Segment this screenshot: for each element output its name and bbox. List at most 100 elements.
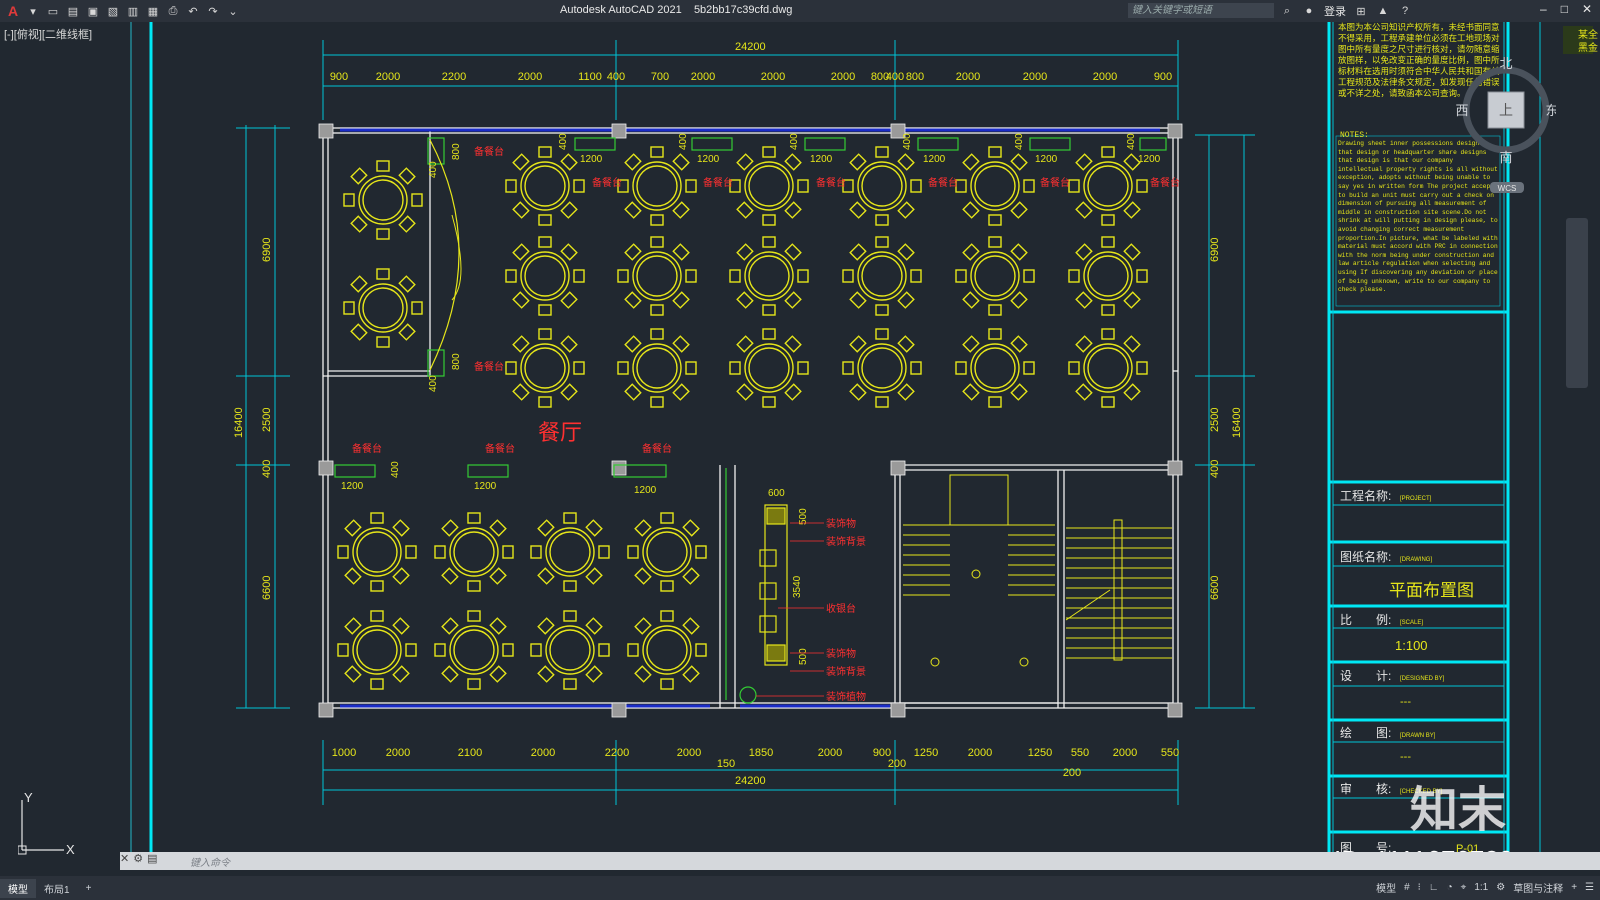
dim-top-value: 2000 [1023, 71, 1047, 83]
publish-icon[interactable]: ▥ [126, 4, 140, 18]
station-depth: 800 [451, 353, 462, 370]
design-label: 设 计: [1340, 669, 1391, 683]
drawing-label: 图纸名称: [1340, 549, 1391, 564]
grid-icon[interactable]: # [1404, 882, 1410, 893]
dim-top-value: 2000 [761, 71, 785, 83]
customize-icon[interactable]: ⌄ [226, 4, 240, 18]
svg-text:[DRAWN BY]: [DRAWN BY] [1400, 733, 1436, 739]
round-table [617, 146, 697, 226]
windows [340, 128, 1160, 708]
help-icon[interactable]: ? [1398, 4, 1412, 18]
round-table [434, 512, 514, 592]
undo-icon[interactable]: ↶ [186, 4, 200, 18]
station-width: 1200 [697, 154, 720, 165]
navigation-bar[interactable] [1566, 218, 1588, 388]
dim-bottom-sub: 150 [717, 758, 735, 770]
side-station-label: 备餐台 [352, 442, 382, 455]
side-station-label: 备餐台 [642, 442, 672, 455]
round-table [505, 236, 585, 316]
drawing-canvas[interactable]: 24200 24200 900 2000 2200 2000 1100 400 700 200… [0, 22, 1600, 852]
round-table [955, 146, 1035, 226]
round-table [1068, 146, 1148, 226]
viewcube[interactable]: 上 北 南 东 西 WCS [1456, 44, 1556, 204]
annotation-scale[interactable]: 1:1 [1474, 882, 1488, 893]
station-width: 1200 [1138, 154, 1161, 165]
model-space-toggle[interactable]: 模型 [1376, 880, 1396, 895]
round-table [530, 610, 610, 690]
save-icon[interactable]: ▣ [86, 4, 100, 18]
login-link[interactable]: 登录 [1324, 3, 1346, 19]
tab-layout1[interactable]: 布局1 [36, 879, 78, 898]
svg-text:3540: 3540 [792, 575, 803, 598]
print-icon[interactable]: ⎙ [166, 4, 180, 18]
dim-left-3: 400 [261, 460, 273, 478]
round-table [627, 610, 707, 690]
close-icon[interactable]: ✕ [1582, 2, 1592, 16]
svg-text:收银台: 收银台 [826, 602, 856, 615]
user-icon[interactable]: ● [1302, 4, 1316, 18]
gear-icon[interactable]: ⚙ [1496, 882, 1505, 893]
lower-station-width: 1200 [341, 481, 364, 492]
dim-top-value: 400 [607, 71, 625, 83]
search-input[interactable]: 键入关键字或短语 [1128, 3, 1274, 18]
save-as-icon[interactable]: ▧ [106, 4, 120, 18]
tab-model[interactable]: 模型 [0, 878, 36, 898]
dim-top-value: 900 [1154, 71, 1172, 83]
svg-text:---: --- [1400, 751, 1411, 763]
plus-icon[interactable]: + [1571, 882, 1577, 893]
drawing-name: 平面布置图 [1389, 581, 1474, 600]
walls [322, 127, 1179, 709]
command-line[interactable]: 键入命令 [120, 852, 1600, 870]
command-input[interactable]: 键入命令 [190, 854, 230, 869]
dropdown-arrow-icon[interactable]: ▾ [26, 4, 40, 18]
autocad-logo-icon[interactable]: A [6, 3, 20, 19]
dim-bottom-sub: 200 [1063, 767, 1081, 779]
dim-top-value: 2000 [956, 71, 980, 83]
svg-text:[DESIGNED BY]: [DESIGNED BY] [1400, 676, 1445, 682]
ortho-icon[interactable]: ∟ [1429, 882, 1439, 893]
tab-add[interactable]: + [78, 881, 100, 896]
window-controls: – □ ✕ [1540, 2, 1592, 16]
svg-text:装饰植物: 装饰植物 [826, 690, 866, 703]
redo-icon[interactable]: ↷ [206, 4, 220, 18]
dim-top-value: 1100 [578, 71, 602, 83]
command-settings-icon[interactable]: ⚙ [133, 852, 143, 865]
polar-icon[interactable]: ◔ [1447, 882, 1453, 893]
minimize-icon[interactable]: – [1540, 2, 1547, 16]
dim-bottom-total: 24200 [735, 775, 766, 787]
menu-icon[interactable]: ☰ [1585, 882, 1594, 893]
open-folder-icon[interactable]: ▤ [66, 4, 80, 18]
round-table [729, 328, 809, 408]
round-table [955, 236, 1035, 316]
maximize-icon[interactable]: □ [1561, 2, 1568, 16]
plot-icon[interactable]: ▦ [146, 4, 160, 18]
new-file-icon[interactable]: ▭ [46, 4, 60, 18]
side-station-label: 备餐台 [474, 360, 504, 373]
command-history-icon[interactable]: ▤ [147, 852, 157, 865]
round-table [530, 512, 610, 592]
dim-top-value: 2200 [442, 71, 466, 83]
round-table [343, 268, 423, 348]
dim-top-value: 700 [651, 71, 669, 83]
small-dim: 400 [789, 133, 800, 150]
svg-text:500: 500 [798, 508, 809, 525]
svg-text:[PROJECT]: [PROJECT] [1400, 496, 1432, 502]
snap-icon[interactable]: ⁝ [1418, 882, 1421, 893]
dim-top-value: 800 [906, 71, 924, 83]
scale-value: 1:100 [1395, 638, 1428, 653]
small-dim: 400 [558, 133, 569, 150]
dim-top-value: 900 [330, 71, 348, 83]
command-close-icon[interactable]: ✕ [120, 852, 129, 865]
stair-markers [930, 569, 1029, 667]
round-table [337, 512, 417, 592]
autodesk-app-icon[interactable]: ▲ [1376, 4, 1390, 18]
room-label: 餐厅 [538, 420, 582, 445]
cart-icon[interactable]: ⊞ [1354, 4, 1368, 18]
search-icon[interactable]: ⌕ [1280, 4, 1294, 18]
dim-top-total: 24200 [735, 41, 766, 53]
app-name: Autodesk AutoCAD 2021 [560, 4, 682, 16]
osnap-icon[interactable]: ⌖ [1461, 882, 1467, 893]
dim-top-value: 2000 [1093, 71, 1117, 83]
workspace-switch[interactable]: 草图与注释 [1513, 880, 1563, 895]
command-controls: ✕ ⚙ ▤ [120, 852, 158, 865]
